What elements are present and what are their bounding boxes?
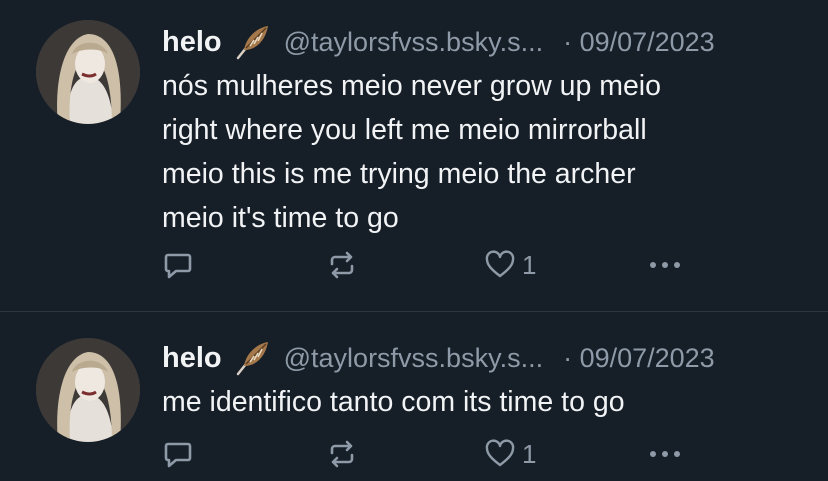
- post-actions: 1: [162, 245, 722, 285]
- post-header: helo @taylorsfvss.bsky.s... · 09/07/2023: [162, 336, 715, 380]
- post-date[interactable]: · 09/07/2023: [563, 343, 715, 374]
- repost-button[interactable]: [326, 245, 358, 285]
- post-date[interactable]: · 09/07/2023: [563, 27, 715, 58]
- speech-bubble-icon: [164, 442, 192, 468]
- post-text: me identifico tanto com its time to go: [162, 380, 802, 424]
- post-text-line: me identifico tanto com its time to go: [162, 386, 625, 418]
- post[interactable]: helo @taylorsfvss.bsky.s... · 09/07/2023…: [0, 312, 828, 481]
- author-name[interactable]: helo: [162, 26, 222, 59]
- author-handle[interactable]: @taylorsfvss.bsky.s...: [284, 27, 543, 58]
- post[interactable]: helo @taylorsfvss.bsky.s... · 09/07/2023…: [0, 0, 828, 311]
- like-count: 1: [522, 438, 537, 469]
- like-button[interactable]: 1: [484, 245, 536, 285]
- speech-bubble-icon: [164, 253, 192, 279]
- more-options-button[interactable]: [647, 434, 683, 474]
- post-text-line: nós mulheres meio never grow up meio: [162, 70, 661, 102]
- post-text-line: meio this is me trying meio the archer: [162, 158, 636, 190]
- feather-icon: [232, 338, 272, 378]
- feather-icon: [232, 22, 272, 62]
- heart-icon: [485, 439, 515, 467]
- post-actions: 1: [162, 434, 722, 474]
- like-button[interactable]: 1: [484, 434, 536, 474]
- repost-arrows-icon: [330, 251, 354, 279]
- ellipsis-icon: [650, 262, 680, 268]
- avatar[interactable]: [36, 338, 140, 442]
- repost-arrows-icon: [330, 440, 354, 468]
- ellipsis-icon: [650, 451, 680, 457]
- repost-button[interactable]: [326, 434, 358, 474]
- more-options-button[interactable]: [647, 245, 683, 285]
- author-handle[interactable]: @taylorsfvss.bsky.s...: [284, 343, 543, 374]
- heart-icon: [485, 250, 515, 278]
- post-text-line: meio it's time to go: [162, 202, 399, 234]
- post-text-line: right where you left me meio mirrorball: [162, 114, 647, 146]
- reply-button[interactable]: [162, 245, 194, 285]
- post-header: helo @taylorsfvss.bsky.s... · 09/07/2023: [162, 20, 715, 64]
- post-text: nós mulheres meio never grow up meio rig…: [162, 64, 802, 240]
- avatar[interactable]: [36, 20, 140, 124]
- like-count: 1: [522, 249, 537, 280]
- author-name[interactable]: helo: [162, 342, 222, 375]
- reply-button[interactable]: [162, 434, 194, 474]
